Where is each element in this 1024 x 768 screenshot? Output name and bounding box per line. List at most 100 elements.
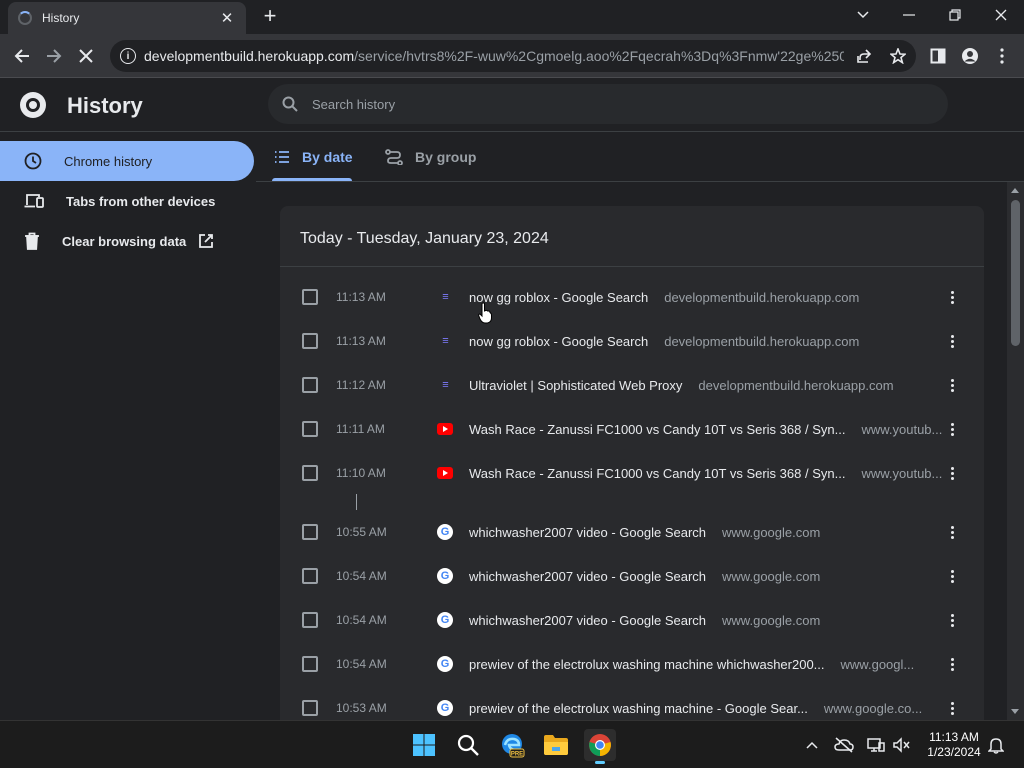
google-favicon-icon: G [437,612,453,628]
scroll-down-arrow-icon[interactable] [1011,709,1019,714]
restore-button[interactable] [932,0,978,30]
entry-time: 11:13 AM [336,290,386,304]
entry-checkbox[interactable] [302,700,318,716]
minimize-button[interactable] [886,0,932,30]
start-button[interactable] [408,729,440,761]
entry-title-link[interactable]: whichwasher2007 video - Google Search www… [469,569,820,584]
entry-domain: www.googl... [840,656,915,672]
entry-menu-button[interactable] [944,698,960,718]
taskbar-file-explorer-app[interactable] [540,729,572,761]
history-entry[interactable]: 10:54 AM G whichwasher2007 video - Googl… [280,598,984,642]
entry-checkbox[interactable] [302,656,318,672]
sidebar-item-clear-browsing-data[interactable]: Clear browsing data [0,221,256,261]
network-tray-icon[interactable] [866,735,886,755]
history-entry[interactable]: 11:13 AM ≡ now gg roblox - Google Search… [280,319,984,363]
entry-checkbox[interactable] [302,568,318,584]
scrollbar-thumb[interactable] [1011,200,1020,346]
entry-menu-button[interactable] [944,522,960,542]
entry-title: now gg roblox - Google Search [469,289,649,305]
side-panel-button[interactable] [924,42,952,70]
tab-search-button[interactable] [840,0,886,30]
trash-icon [25,232,39,250]
entry-title-link[interactable]: prewiev of the electrolux washing machin… [469,657,914,672]
speaker-muted-icon [893,737,910,753]
google-favicon-icon: G [437,524,453,540]
address-bar[interactable]: i developmentbuild.herokuapp.com/service… [110,40,916,72]
entry-title-link[interactable]: now gg roblox - Google Search development… [469,290,859,305]
entry-menu-button[interactable] [944,610,960,630]
scroll-up-arrow-icon[interactable] [1011,188,1019,193]
sidebar-item-chrome-history[interactable]: Chrome history [0,141,254,181]
close-window-button[interactable] [978,0,1024,30]
url-text[interactable]: developmentbuild.herokuapp.com/service/h… [144,48,844,64]
chrome-icon [589,734,611,756]
entry-time: 10:54 AM [336,569,387,583]
history-entry[interactable]: 11:12 AM ≡ Ultraviolet | Sophisticated W… [280,363,984,407]
entry-menu-button[interactable] [944,463,960,483]
browser-tab-history[interactable]: History ✕ [8,2,246,34]
forward-button[interactable] [40,42,68,70]
back-button[interactable] [8,42,36,70]
taskbar-edge-dev-app[interactable]: PRE [496,729,528,761]
entry-title-link[interactable]: Wash Race - Zanussi FC1000 vs Candy 10T … [469,422,942,437]
entry-title-link[interactable]: Ultraviolet | Sophisticated Web Proxy dev… [469,378,894,393]
system-clock[interactable]: 11:13 AM 1/23/2024 [916,730,992,760]
entry-checkbox[interactable] [302,524,318,540]
taskbar-chrome-app[interactable] [584,729,616,764]
entry-menu-button[interactable] [944,287,960,307]
loading-spinner-icon [18,11,32,25]
entry-menu-button[interactable] [944,419,960,439]
youtube-favicon-icon [437,465,453,481]
entry-checkbox[interactable] [302,612,318,628]
date-header: Today - Tuesday, January 23, 2024 [300,230,549,247]
entry-checkbox[interactable] [302,377,318,393]
onedrive-tray-icon[interactable] [834,735,854,755]
entry-checkbox[interactable] [302,465,318,481]
history-entry[interactable]: 10:54 AM G prewiev of the electrolux was… [280,642,984,686]
history-page: History Chrome history Tabs from other d… [0,78,1024,746]
sidebar-item-tabs-from-other-devices[interactable]: Tabs from other devices [0,181,256,221]
entry-title-link[interactable]: whichwasher2007 video - Google Search www… [469,525,820,540]
divider [280,266,984,267]
history-entry[interactable]: 10:55 AM G whichwasher2007 video - Googl… [280,510,984,554]
entry-title-link[interactable]: Wash Race - Zanussi FC1000 vs Candy 10T … [469,466,942,481]
history-entry[interactable]: 11:11 AM Wash Race - Zanussi FC1000 vs C… [280,407,984,451]
entry-menu-button[interactable] [944,654,960,674]
close-tab-icon[interactable]: ✕ [218,9,236,27]
tab-by-group[interactable]: By group [385,132,476,182]
new-tab-button[interactable]: + [258,5,282,27]
chevron-up-icon [806,741,818,749]
stop-loading-button[interactable] [72,42,100,70]
entry-checkbox[interactable] [302,289,318,305]
entry-checkbox[interactable] [302,421,318,437]
show-hidden-icons-button[interactable] [802,735,822,755]
search-box[interactable] [268,84,948,124]
search-history-input[interactable] [312,96,912,112]
profile-button[interactable] [956,42,984,70]
volume-tray-icon[interactable] [892,735,912,755]
notifications-button[interactable] [986,735,1006,755]
entry-menu-button[interactable] [944,331,960,351]
taskbar-search-button[interactable] [452,729,484,761]
tab-by-date[interactable]: By date [274,132,353,182]
tab-title: History [42,11,80,25]
entry-title-link[interactable]: prewiev of the electrolux washing machin… [469,701,922,716]
entry-menu-button[interactable] [944,566,960,586]
share-icon[interactable] [854,46,874,66]
bell-icon [988,738,1004,754]
page-scrollbar[interactable] [1007,182,1024,720]
chrome-menu-button[interactable] [988,42,1016,70]
history-entry[interactable]: 11:10 AM Wash Race - Zanussi FC1000 vs C… [280,451,984,495]
entry-checkbox[interactable] [302,333,318,349]
history-entry[interactable]: 11:13 AM ≡ now gg roblox - Google Search… [280,275,984,319]
entry-menu-button[interactable] [944,375,960,395]
entry-title-link[interactable]: now gg roblox - Google Search development… [469,334,859,349]
ultraviolet-favicon-icon: ≡ [442,335,449,347]
entry-title-link[interactable]: whichwasher2007 video - Google Search www… [469,613,820,628]
chevron-down-icon [857,11,869,19]
bookmark-star-icon[interactable] [888,46,908,66]
tab-strip: History ✕ + [0,0,1024,34]
site-info-icon[interactable]: i [120,48,136,64]
clock-time: 11:13 AM [929,730,979,744]
history-entry[interactable]: 10:54 AM G whichwasher2007 video - Googl… [280,554,984,598]
